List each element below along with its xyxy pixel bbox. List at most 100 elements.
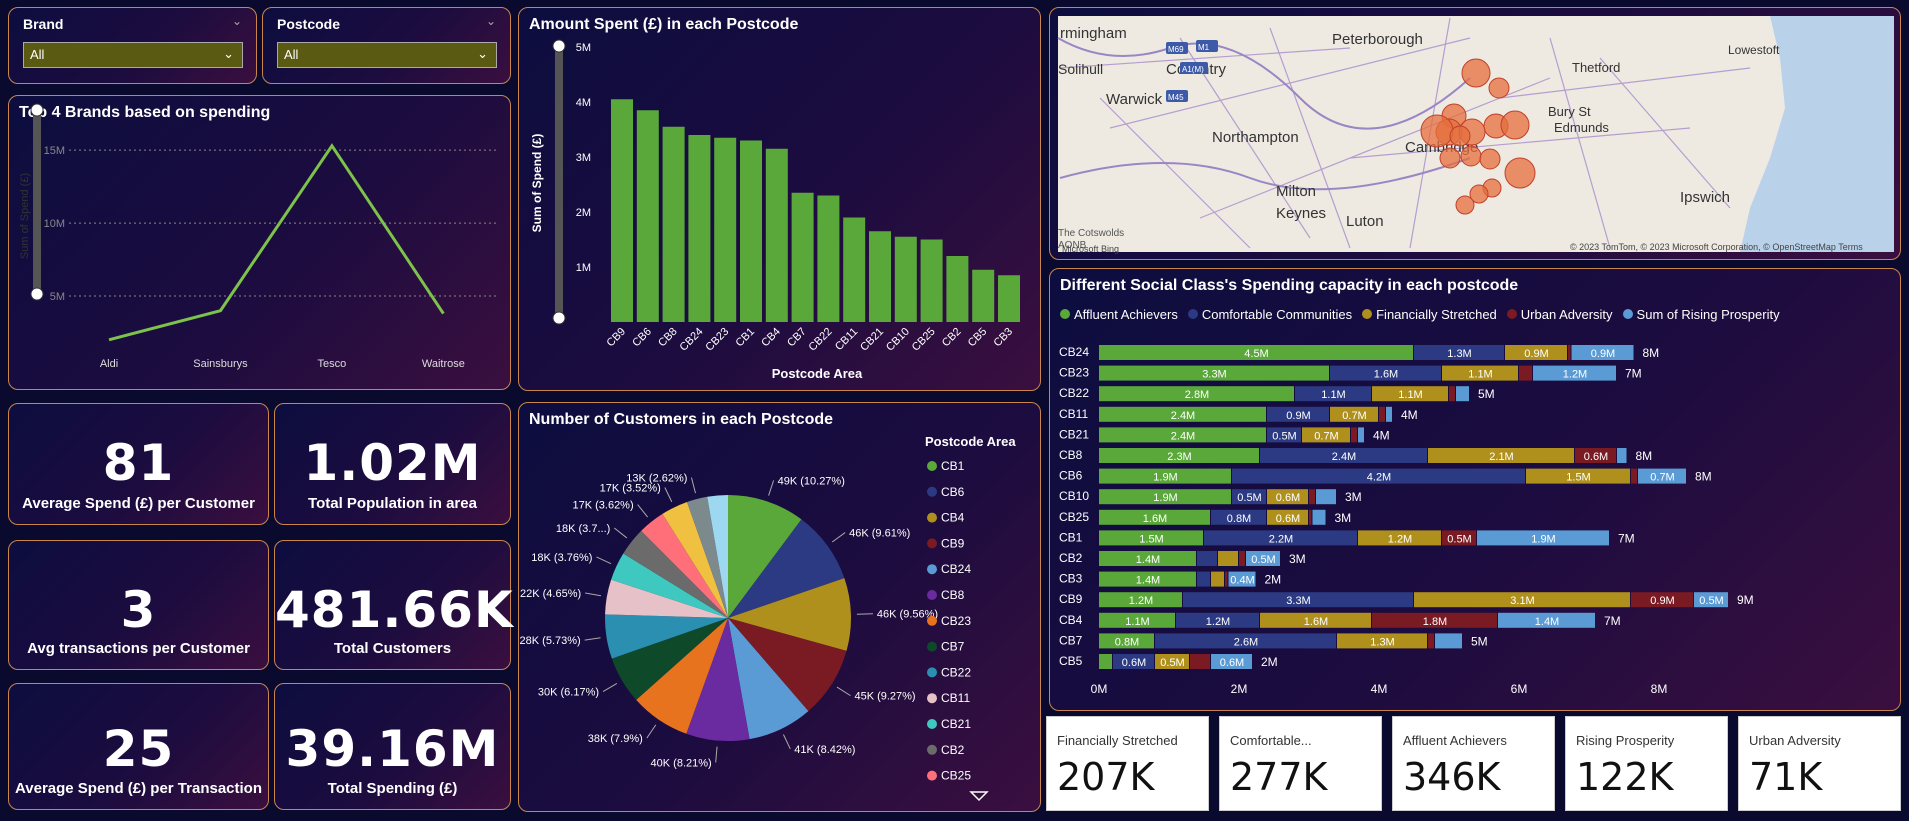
legend-item: CB23 bbox=[941, 614, 971, 628]
bar-segment bbox=[1316, 489, 1336, 505]
kpi-total-customers: 481.66K Total Customers bbox=[274, 540, 514, 670]
bar-total-label: 3M bbox=[1289, 552, 1306, 566]
kpi-label: Average Spend (£) per Transaction bbox=[14, 780, 263, 797]
pie-leader-line bbox=[782, 734, 791, 750]
postcode-dropdown[interactable]: All ⌄ bbox=[277, 42, 497, 68]
pie-data-label: 22K (4.65%) bbox=[520, 588, 581, 600]
legend-item: CB21 bbox=[941, 717, 971, 731]
y-tick-label: 4M bbox=[576, 97, 591, 109]
bar-total-label: 3M bbox=[1335, 511, 1352, 525]
legend-marker bbox=[927, 564, 937, 575]
y-tick-label: 15M bbox=[44, 145, 65, 157]
kpi-value: 3 bbox=[120, 581, 157, 639]
bar bbox=[972, 269, 995, 322]
chevron-down-icon[interactable]: ⌄ bbox=[232, 14, 242, 28]
bar-data-label: 1.6M bbox=[1374, 369, 1398, 381]
bar-total-label: 2M bbox=[1265, 573, 1282, 587]
bar-data-label: 0.8M bbox=[1227, 513, 1251, 525]
bar-segment bbox=[1428, 633, 1434, 649]
kpi-value: 25 bbox=[102, 720, 175, 778]
y-tick-label: 1M bbox=[576, 262, 591, 274]
card-value: 277K bbox=[1230, 755, 1328, 799]
postcode-slicer-label: Postcode bbox=[277, 16, 341, 32]
legend-item: CB25 bbox=[941, 769, 971, 783]
y-tick-label: CB22 bbox=[1059, 386, 1089, 400]
pie-leader-line bbox=[715, 746, 718, 763]
bar-total-label: 7M bbox=[1604, 614, 1621, 628]
bar-data-label: 1.1M bbox=[1125, 616, 1149, 628]
chevron-down-icon[interactable]: ⌄ bbox=[486, 14, 496, 28]
x-tick-label: CB22 bbox=[807, 326, 835, 354]
y-tick-label: CB7 bbox=[1059, 633, 1083, 647]
bar-data-label: 2.4M bbox=[1171, 410, 1195, 422]
kpi-value: 81 bbox=[102, 434, 175, 492]
postcode-dropdown-value: All bbox=[284, 47, 299, 62]
bar-segment bbox=[1386, 406, 1392, 422]
bar-segment bbox=[1519, 365, 1532, 381]
pie-data-label: 46K (9.61%) bbox=[849, 528, 910, 540]
legend-marker bbox=[927, 693, 937, 704]
scroll-down-icon[interactable] bbox=[969, 791, 989, 802]
legend-marker bbox=[927, 744, 937, 755]
brand-dropdown[interactable]: All ⌄ bbox=[23, 42, 243, 68]
y-tick-label: CB25 bbox=[1059, 510, 1089, 524]
map-place-label: Peterborough bbox=[1332, 31, 1423, 48]
legend-marker bbox=[927, 667, 937, 678]
bar bbox=[817, 195, 840, 322]
bar-total-label: 4M bbox=[1401, 408, 1418, 422]
customers-panel: Number of Customers in each Postcode 49K… bbox=[518, 402, 1041, 812]
road-shield-label: M69 bbox=[1168, 45, 1184, 54]
bar-data-label: 0.5M bbox=[1447, 533, 1471, 545]
customers-pie-chart: 49K (10.27%)46K (9.61%)46K (9.56%)45K (9… bbox=[520, 434, 1016, 802]
bar-data-label: 3.1M bbox=[1510, 595, 1534, 607]
bar-segment bbox=[1197, 571, 1210, 587]
bar-data-label: 0.4M bbox=[1230, 575, 1254, 587]
y-axis-label: Sum of Spend (£) bbox=[530, 134, 544, 233]
y-tick-label: 5M bbox=[50, 291, 65, 303]
bar-data-label: 1.1M bbox=[1321, 389, 1345, 401]
map[interactable]: rminghamPeterboroughCoventrySolihullWarw… bbox=[1050, 8, 1902, 261]
bar-data-label: 1.9M bbox=[1531, 533, 1555, 545]
legend-item: CB7 bbox=[941, 640, 965, 654]
bar-data-label: 0.7M bbox=[1342, 410, 1366, 422]
y-tick-label: 10M bbox=[44, 218, 65, 230]
bar-data-label: 1.8M bbox=[1423, 616, 1447, 628]
map-place-label: Edmunds bbox=[1554, 120, 1609, 135]
map-attribution: © 2023 TomTom, © 2023 Microsoft Corporat… bbox=[1570, 242, 1863, 252]
x-tick-label: CB8 bbox=[656, 326, 680, 350]
card-value: 71K bbox=[1749, 755, 1823, 799]
card-value: 346K bbox=[1403, 755, 1501, 799]
y-tick-label: 3M bbox=[576, 152, 591, 164]
map-place-label: Ipswich bbox=[1680, 189, 1730, 206]
map-place-label: Luton bbox=[1346, 213, 1384, 230]
map-place-label: The Cotswolds bbox=[1058, 228, 1124, 239]
bar-data-label: 2.8M bbox=[1185, 389, 1209, 401]
x-tick-label: Sainsburys bbox=[193, 358, 248, 370]
y-tick-label: CB8 bbox=[1059, 448, 1083, 462]
bar bbox=[765, 148, 788, 322]
x-tick-label: CB25 bbox=[910, 326, 938, 354]
y-tick-label: CB21 bbox=[1059, 427, 1089, 441]
bar-total-label: 8M bbox=[1695, 470, 1712, 484]
bar-segment bbox=[1218, 551, 1238, 566]
legend-marker bbox=[927, 461, 937, 471]
bar bbox=[894, 236, 917, 322]
kpi-label: Total Spending (£) bbox=[327, 780, 458, 797]
bar-segment bbox=[1239, 551, 1245, 566]
bar-segment bbox=[1099, 654, 1112, 669]
series-line bbox=[108, 143, 445, 342]
kpi-value: 481.66K bbox=[275, 581, 514, 639]
bar-data-label: 0.8M bbox=[1115, 636, 1139, 648]
bar-data-label: 1.2M bbox=[1129, 595, 1153, 607]
map-brand: Microsoft Bing bbox=[1062, 244, 1119, 254]
bar-data-label: 1.9M bbox=[1153, 472, 1177, 484]
pie-data-label: 45K (9.27%) bbox=[854, 691, 915, 703]
bar-total-label: 7M bbox=[1625, 367, 1642, 381]
bar bbox=[662, 126, 685, 322]
card-label: Affluent Achievers bbox=[1403, 733, 1507, 748]
slider-handle-top bbox=[30, 103, 44, 117]
pie-data-label: 49K (10.27%) bbox=[778, 475, 845, 487]
road-shield-label: M1 bbox=[1198, 43, 1210, 52]
x-tick-label: 4M bbox=[1371, 682, 1388, 696]
legend-item: CB8 bbox=[941, 588, 965, 602]
